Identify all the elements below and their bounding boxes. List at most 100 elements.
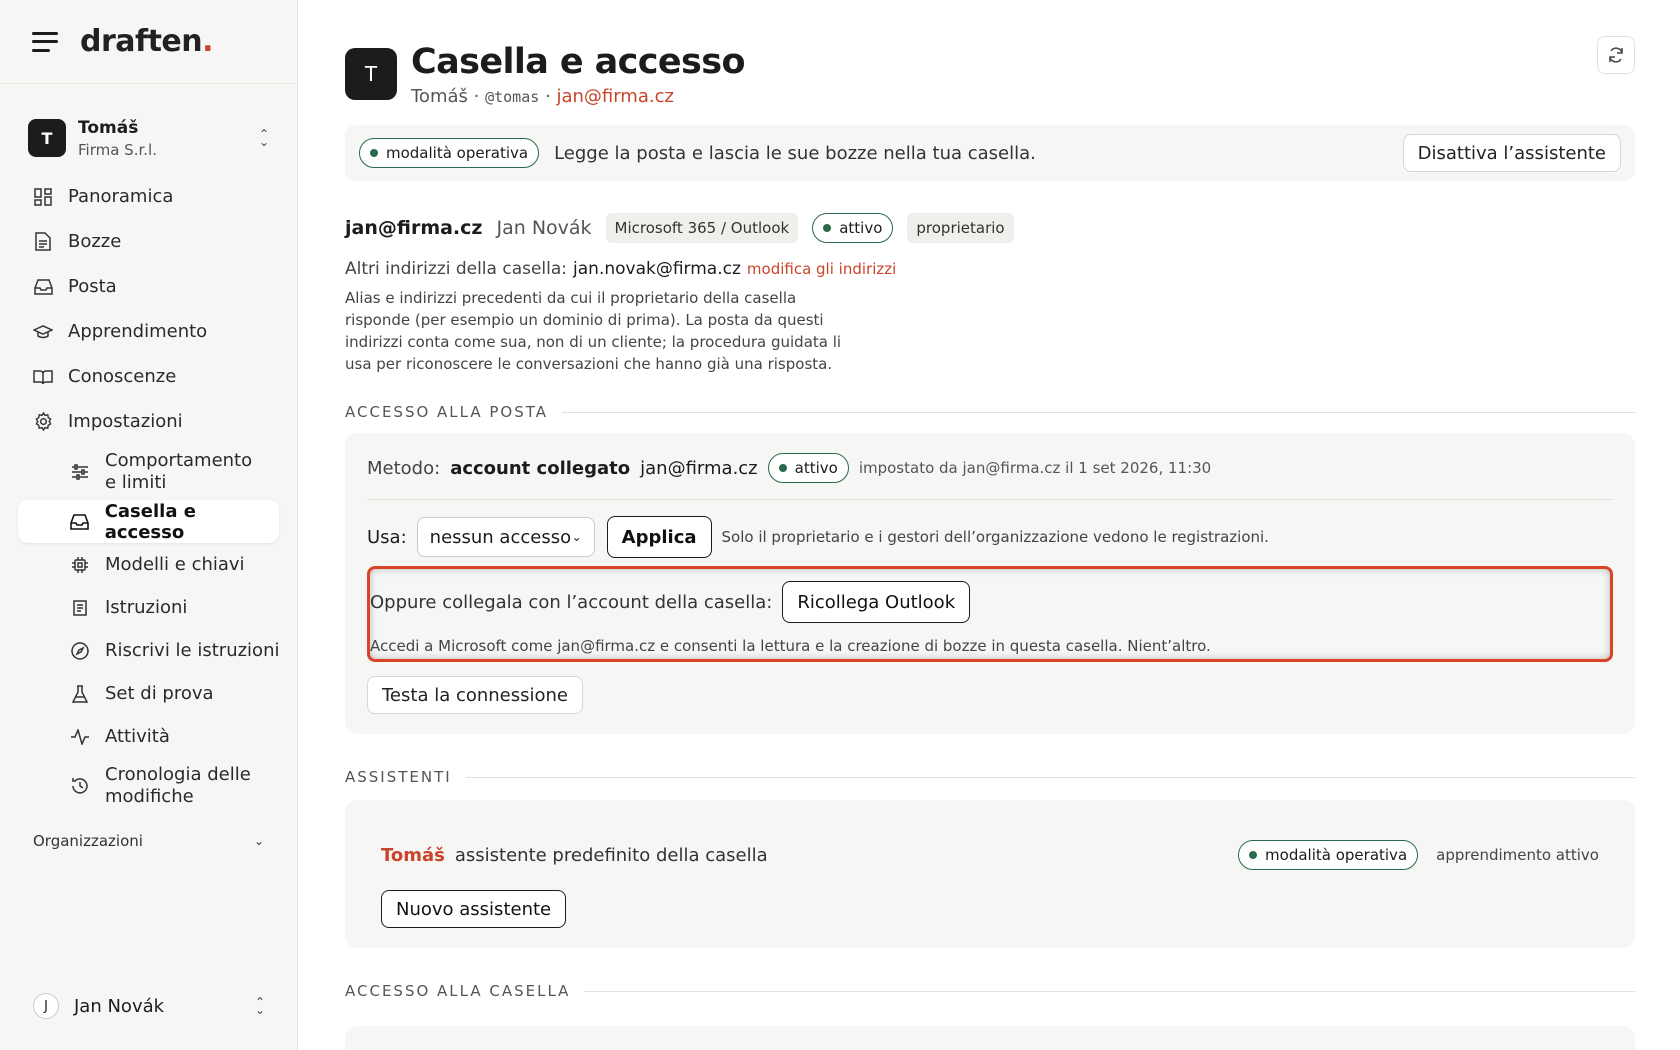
- nav-label: Panoramica: [68, 186, 174, 207]
- org-user-name: Tomáš: [78, 117, 139, 138]
- org-avatar: T: [28, 119, 66, 157]
- status-dot: [823, 224, 832, 232]
- assistant-row[interactable]: Tomáš assistente predefinito della casel…: [381, 840, 1599, 870]
- method-row: Metodo: account collegato jan@firma.cz a…: [367, 453, 1613, 500]
- subnav-label: Set di prova: [105, 683, 214, 704]
- reconnect-label: Oppure collegala con l’account della cas…: [370, 591, 773, 613]
- logo[interactable]: draften.: [80, 24, 214, 59]
- sliders-icon: [70, 462, 90, 482]
- assistant-name[interactable]: Tomáš: [381, 845, 445, 866]
- badge-label: modalità operativa: [1265, 846, 1408, 864]
- section-heading-mail-access: ACCESSO ALLA POSTA: [345, 403, 1635, 421]
- nav-label: Bozze: [68, 231, 122, 252]
- subnav-item-comportamento[interactable]: Comportamento e limiti: [0, 444, 297, 500]
- page-title: Casella e accesso: [411, 42, 746, 82]
- nav-item-impostazioni[interactable]: Impostazioni: [0, 399, 297, 444]
- chevron-down-icon: ⌄: [253, 834, 264, 848]
- use-note: Solo il proprietario e i gestori dell’or…: [721, 528, 1269, 546]
- logo-dot: .: [202, 24, 214, 59]
- apply-button[interactable]: Applica: [606, 516, 712, 558]
- inbox-icon: [70, 512, 90, 532]
- chevron-updown-icon: ⌃ ⌄: [254, 995, 265, 1017]
- method-status-badge: attivo: [767, 453, 849, 483]
- organizations-section[interactable]: Organizzazioni ⌄: [0, 832, 297, 850]
- org-switcher[interactable]: T Tomáš Firma S.r.l. ⌃ ⌄: [0, 116, 297, 160]
- section-title: ACCESSO ALLA CASELLA: [345, 982, 571, 1000]
- subnav-label: Attività: [105, 726, 170, 747]
- divider: [465, 776, 1635, 778]
- nav-label: Posta: [68, 276, 117, 297]
- status-dot: [1249, 851, 1258, 859]
- subnav-label: Cronologia delle modifiche: [105, 764, 251, 807]
- method-label: Metodo:: [367, 457, 441, 479]
- inbox-icon: [33, 277, 53, 297]
- subnav-item-set-prova[interactable]: Set di prova: [0, 672, 297, 715]
- method-note: impostato da jan@firma.cz il 1 set 2026,…: [858, 459, 1212, 477]
- nav-item-bozze[interactable]: Bozze: [0, 219, 297, 264]
- role-tag: proprietario: [907, 213, 1014, 243]
- new-assistant-button[interactable]: Nuovo assistente: [381, 890, 567, 928]
- disable-assistant-button[interactable]: Disattiva l’assistente: [1402, 134, 1621, 172]
- book-icon: [33, 367, 53, 387]
- subnav-item-casella[interactable]: Casella e accesso: [18, 500, 279, 543]
- subnav-item-cronologia[interactable]: Cronologia delle modifiche: [0, 758, 297, 814]
- nav-item-panoramica[interactable]: Panoramica: [0, 174, 297, 219]
- user-switcher[interactable]: J Jan Novák ⌃ ⌄: [0, 986, 298, 1026]
- subnav-item-riscrivi[interactable]: Riscrivi le istruzioni: [0, 629, 297, 672]
- nav-label: Impostazioni: [68, 411, 183, 432]
- activity-icon: [70, 727, 90, 747]
- settings-subnav: Comportamento e limiti Casella e accesso…: [0, 444, 297, 814]
- mode-badge-label: modalità operativa: [386, 144, 529, 162]
- subnav-item-attivita[interactable]: Attività: [0, 715, 297, 758]
- assistants-card: Tomáš assistente predefinito della casel…: [345, 800, 1635, 948]
- use-row: Usa: nessun accesso ⌄ Applica Solo il pro…: [367, 516, 1613, 558]
- edit-aliases-link[interactable]: modifica gli indirizzi: [747, 260, 896, 278]
- account-status-badge: attivo: [812, 213, 894, 243]
- header-handle: @tomas: [485, 88, 540, 106]
- document-icon: [33, 232, 53, 252]
- assistant-avatar: T: [345, 48, 397, 100]
- reconnect-row: Oppure collegala con l’account della cas…: [370, 581, 1610, 623]
- status-label: attivo: [839, 219, 883, 237]
- chevron-updown-icon: ⌃ ⌄: [258, 127, 269, 149]
- section-heading-assistants: ASSISTENTI: [345, 768, 1635, 786]
- section-title: ACCESSO ALLA POSTA: [345, 403, 549, 421]
- gear-icon: [33, 412, 53, 432]
- status-dot: [778, 464, 787, 472]
- subnav-label: Comportamento e limiti: [105, 450, 253, 493]
- aliases-label: Altri indirizzi della casella:: [345, 259, 568, 279]
- separator: ·: [467, 86, 486, 107]
- separator: ·: [539, 86, 557, 107]
- menu-icon[interactable]: [32, 31, 58, 52]
- list-icon: [70, 598, 90, 618]
- org-company: Firma S.r.l.: [78, 140, 157, 159]
- test-connection-button[interactable]: Testa la connessione: [367, 676, 584, 714]
- reconnect-note: Accedi a Microsoft come jan@firma.cz e c…: [370, 637, 1211, 655]
- user-avatar: J: [33, 993, 59, 1019]
- compass-icon: [70, 641, 90, 661]
- nav-item-posta[interactable]: Posta: [0, 264, 297, 309]
- divider: [584, 990, 1635, 992]
- nav-item-apprendimento[interactable]: Apprendimento: [0, 309, 297, 354]
- subnav-label: Modelli e chiavi: [105, 554, 245, 575]
- account-row: jan@firma.cz Jan Novák Microsoft 365 / O…: [345, 213, 1635, 243]
- user-name: Jan Novák: [74, 995, 165, 1017]
- mailbox-access-card: [345, 1026, 1635, 1050]
- subnav-item-modelli[interactable]: Modelli e chiavi: [0, 543, 297, 586]
- reconnect-outlook-button[interactable]: Ricollega Outlook: [782, 581, 971, 623]
- divider: [562, 411, 1635, 413]
- account-owner: Jan Novák: [496, 217, 592, 239]
- refresh-icon: [1609, 47, 1623, 63]
- nav-label: Conoscenze: [68, 366, 177, 387]
- subnav-label: Casella e accesso: [104, 500, 196, 543]
- chevron-down-icon: ⌄: [571, 530, 582, 544]
- header-name: Tomáš: [411, 86, 468, 107]
- refresh-button[interactable]: [1597, 36, 1635, 74]
- logo-text: draften: [80, 24, 203, 59]
- graduation-cap-icon: [33, 322, 53, 342]
- subnav-item-istruzioni[interactable]: Istruzioni: [0, 586, 297, 629]
- sidebar: draften. T Tomáš Firma S.r.l. ⌃ ⌄ Panoram…: [0, 0, 298, 1050]
- grid-icon: [33, 187, 53, 207]
- access-select[interactable]: nessun accesso ⌄: [416, 517, 595, 557]
- nav-item-conoscenze[interactable]: Conoscenze: [0, 354, 297, 399]
